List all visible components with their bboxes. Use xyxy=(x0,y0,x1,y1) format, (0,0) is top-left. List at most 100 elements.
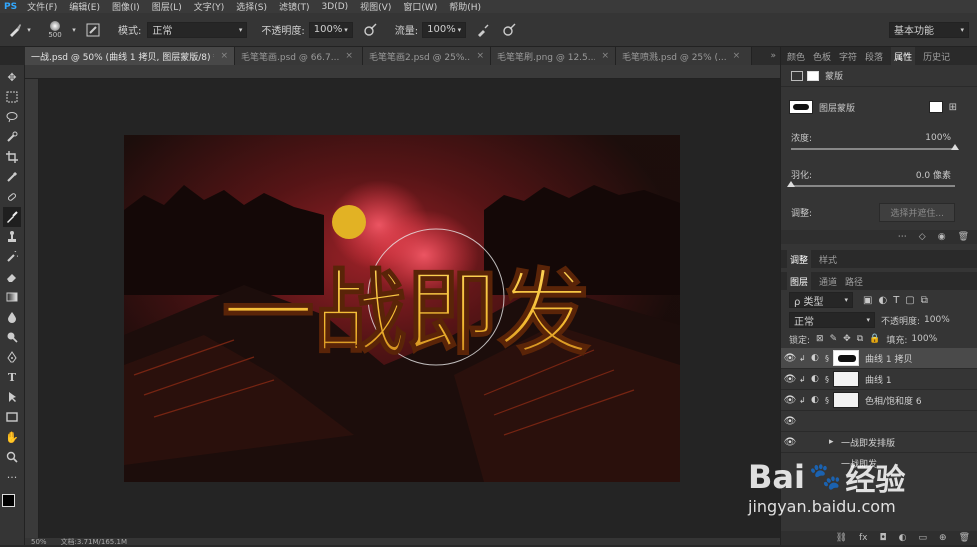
menu-help[interactable]: 帮助(H) xyxy=(449,0,481,13)
fx-icon[interactable]: fx xyxy=(859,533,868,543)
filter-smart-icon[interactable]: ⧉ xyxy=(921,295,928,306)
layer-mask-thumbnail[interactable] xyxy=(833,392,859,408)
tab-document[interactable]: 毛笔笔刷.png @ 12.5... × xyxy=(491,47,616,65)
tab-layers[interactable]: 图层 xyxy=(787,271,812,291)
tab-adjustments[interactable]: 调整 xyxy=(787,249,812,269)
eyedropper-tool-icon[interactable] xyxy=(3,167,21,187)
close-icon[interactable]: × xyxy=(601,51,609,61)
mode-select[interactable]: 正常 ▾ xyxy=(147,21,248,38)
vector-mask-icon[interactable]: ⊞ xyxy=(949,102,957,113)
eraser-tool-icon[interactable] xyxy=(3,267,21,287)
menu-3d[interactable]: 3D(D) xyxy=(322,2,349,12)
rectangle-tool-icon[interactable] xyxy=(3,407,21,427)
tab-document[interactable]: 毛笔笔画.psd @ 66.7... × xyxy=(235,47,363,65)
tab-history[interactable]: 历史记 xyxy=(923,50,950,63)
density-value[interactable]: 100% xyxy=(925,133,951,143)
fill-value[interactable]: 100% xyxy=(911,334,937,344)
chain-icon[interactable]: § xyxy=(825,375,833,384)
tab-color[interactable]: 颜色 xyxy=(787,50,805,63)
close-icon[interactable]: × xyxy=(476,51,484,61)
trash-icon[interactable]: 🗑 xyxy=(958,232,969,242)
feather-slider-thumb[interactable] xyxy=(787,181,795,187)
close-icon[interactable]: × xyxy=(345,51,353,61)
eye-icon[interactable]: 👁 xyxy=(781,437,799,448)
visibility-icon[interactable]: ◉ xyxy=(938,232,946,242)
menu-filter[interactable]: 滤镜(T) xyxy=(279,0,310,13)
workspace-select[interactable]: 基本功能 ▾ xyxy=(889,21,969,38)
new-group-icon[interactable]: ▭ xyxy=(919,533,928,543)
tab-properties[interactable]: 属性 xyxy=(891,46,916,66)
brush-panel-icon[interactable] xyxy=(82,23,104,37)
tab-document[interactable]: 一战.psd @ 50% (曲线 1 拷贝, 图层蒙版/8) * × xyxy=(25,47,235,65)
brush-preset-picker[interactable]: 500 xyxy=(40,20,70,39)
layer-filter-select[interactable]: ρ 类型 ▾ xyxy=(789,292,853,308)
dodge-tool-icon[interactable] xyxy=(3,327,21,347)
close-icon[interactable]: × xyxy=(220,51,228,61)
tab-styles[interactable]: 样式 xyxy=(819,253,837,266)
feather-value[interactable]: 0.0 像素 xyxy=(916,168,951,181)
filter-pixel-icon[interactable]: ▣ xyxy=(863,295,872,306)
menu-window[interactable]: 窗口(W) xyxy=(403,0,437,13)
menu-edit[interactable]: 编辑(E) xyxy=(69,0,100,13)
clone-stamp-tool-icon[interactable] xyxy=(3,227,21,247)
airbrush-icon[interactable] xyxy=(472,23,494,37)
filter-shape-icon[interactable]: ▢ xyxy=(905,295,914,306)
load-selection-icon[interactable]: ⋯ xyxy=(898,232,907,242)
color-swatches[interactable] xyxy=(1,491,23,515)
hand-tool-icon[interactable]: ✋ xyxy=(3,427,21,447)
eye-icon[interactable]: 👁 xyxy=(781,395,799,406)
foreground-color-swatch[interactable] xyxy=(2,494,15,507)
apply-mask-icon[interactable]: ◇ xyxy=(919,232,926,242)
marquee-tool-icon[interactable] xyxy=(3,87,21,107)
layer-row[interactable]: 👁 ↲ ◐ § 曲线 1 xyxy=(781,369,977,390)
quick-select-tool-icon[interactable] xyxy=(3,127,21,147)
layer-group-row[interactable]: 👁 ▸ 一战即发排版 xyxy=(781,432,977,453)
tab-document[interactable]: 毛笔笔画2.psd @ 25%... × xyxy=(363,47,491,65)
layer-row[interactable]: 👁 ↲ ◐ § 色相/饱和度 6 xyxy=(781,390,977,411)
horizontal-ruler[interactable] xyxy=(25,65,780,79)
tab-paths[interactable]: 路径 xyxy=(845,275,863,288)
pen-tool-icon[interactable] xyxy=(3,347,21,367)
menu-select[interactable]: 选择(S) xyxy=(236,0,267,13)
blur-tool-icon[interactable] xyxy=(3,307,21,327)
healing-brush-tool-icon[interactable] xyxy=(3,187,21,207)
tab-document[interactable]: 毛笔喷溅.psd @ 25% (... × xyxy=(616,47,752,65)
lock-artboard-icon[interactable]: ⧉ xyxy=(857,334,863,344)
layer-opacity-value[interactable]: 100% xyxy=(924,315,950,325)
lock-transparency-icon[interactable]: ⊠ xyxy=(816,334,824,344)
menu-type[interactable]: 文字(Y) xyxy=(194,0,225,13)
layer-row[interactable]: 👁 xyxy=(781,411,977,432)
brush-tool-icon[interactable] xyxy=(3,207,21,227)
new-adjustment-icon[interactable]: ◐ xyxy=(899,533,907,543)
pressure-opacity-icon[interactable] xyxy=(359,23,381,37)
blend-mode-select[interactable]: 正常 ▾ xyxy=(789,312,875,328)
tab-character[interactable]: 字符 xyxy=(839,50,857,63)
pressure-size-icon[interactable] xyxy=(498,23,520,37)
menu-image[interactable]: 图像(I) xyxy=(112,0,140,13)
feather-slider[interactable] xyxy=(787,181,955,187)
new-layer-icon[interactable]: ⊕ xyxy=(939,533,947,543)
layer-mask-thumbnail[interactable] xyxy=(833,371,859,387)
gradient-tool-icon[interactable] xyxy=(3,287,21,307)
density-slider[interactable] xyxy=(791,144,959,150)
eye-icon[interactable]: 👁 xyxy=(781,374,799,385)
chain-icon[interactable]: § xyxy=(825,354,833,363)
zoom-level[interactable]: 50% xyxy=(31,538,47,546)
add-mask-icon[interactable]: ◘ xyxy=(880,533,887,543)
flow-input[interactable]: 100% ▾ xyxy=(422,21,467,38)
zoom-tool-icon[interactable] xyxy=(3,447,21,467)
filter-type-icon[interactable]: T xyxy=(893,295,899,306)
filter-adjust-icon[interactable]: ◐ xyxy=(878,295,887,306)
history-brush-tool-icon[interactable] xyxy=(3,247,21,267)
path-select-tool-icon[interactable] xyxy=(3,387,21,407)
tab-channels[interactable]: 通道 xyxy=(819,275,837,288)
tab-paragraph[interactable]: 段落 xyxy=(865,50,883,63)
select-and-mask-button[interactable]: 选择并遮住... xyxy=(879,203,955,222)
close-icon[interactable]: × xyxy=(733,51,741,61)
document-canvas[interactable]: 一战即发 xyxy=(124,135,680,482)
menu-layer[interactable]: 图层(L) xyxy=(152,0,182,13)
opacity-input[interactable]: 100% ▾ xyxy=(308,21,353,38)
tab-swatches[interactable]: 色板 xyxy=(813,50,831,63)
menu-view[interactable]: 视图(V) xyxy=(360,0,391,13)
chain-icon[interactable]: § xyxy=(825,396,833,405)
